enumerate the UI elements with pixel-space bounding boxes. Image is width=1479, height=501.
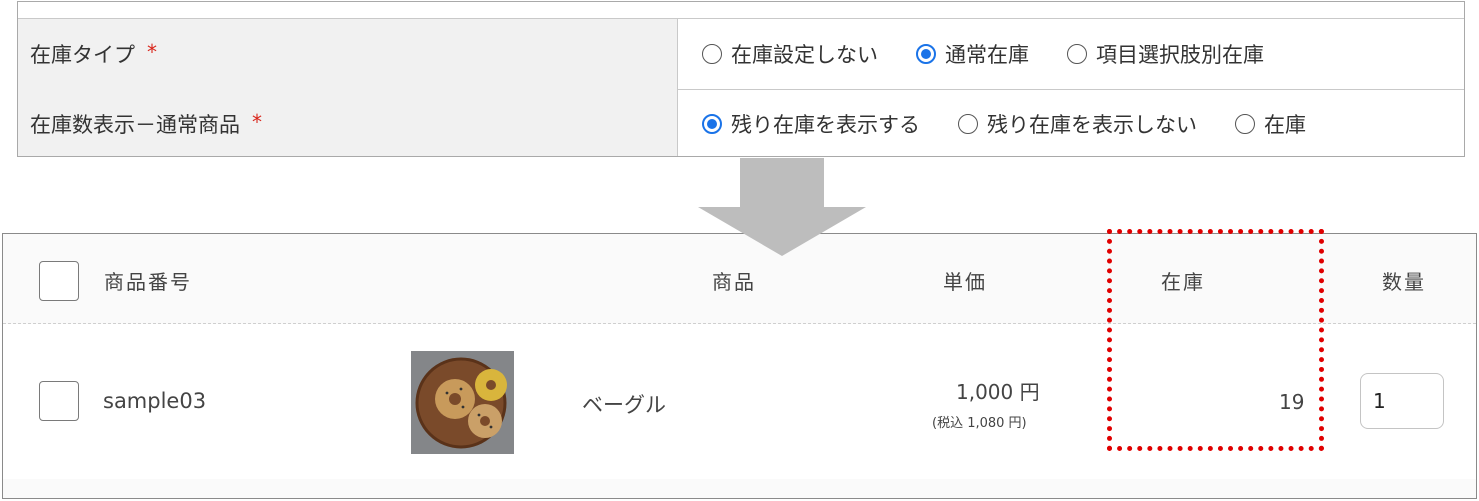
required-mark: * <box>147 40 157 64</box>
product-thumbnail-bagel[interactable] <box>411 351 514 454</box>
radio-button[interactable] <box>958 113 978 134</box>
unit-price: 1,000 円 <box>956 380 1040 404</box>
product-name[interactable]: ベーグル <box>582 389 666 419</box>
stock-display-row: 在庫数表示－通常商品 * 残り在庫を表示する 残り在庫を表示しない 在庫 <box>18 89 1464 156</box>
stock-type-option-none[interactable]: 在庫設定しない <box>702 39 878 69</box>
stock-type-row: 在庫タイプ * 在庫設定しない 通常在庫 項目選択肢別在庫 <box>18 18 1464 90</box>
stock-display-option-other[interactable]: 在庫 <box>1235 109 1306 139</box>
product-table: 商品番号 商品 単価 在庫 数量 sample03 ベーグル 1,000 円 (… <box>2 233 1477 499</box>
header-quantity: 数量 <box>1382 270 1426 294</box>
stock-display-option-show[interactable]: 残り在庫を表示する <box>702 109 920 139</box>
radio-button[interactable] <box>1067 44 1087 64</box>
radio-button[interactable] <box>1235 113 1255 134</box>
stock-display-label-cell: 在庫数表示－通常商品 * <box>18 89 678 156</box>
stock-type-option-per-choice[interactable]: 項目選択肢別在庫 <box>1067 39 1264 69</box>
option-label: 項目選択肢別在庫 <box>1096 43 1264 67</box>
option-label: 在庫設定しない <box>731 43 878 67</box>
bagel-image <box>411 351 514 454</box>
stock-display-option-hide[interactable]: 残り在庫を表示しない <box>958 109 1197 139</box>
stock-settings-panel: 在庫タイプ * 在庫設定しない 通常在庫 項目選択肢別在庫 在庫数表示－通常商品… <box>17 1 1465 157</box>
header-price: 単価 <box>943 270 987 294</box>
header-product: 商品 <box>712 270 756 294</box>
option-label: 通常在庫 <box>945 43 1029 67</box>
stock-display-label: 在庫数表示－通常商品 <box>30 112 240 137</box>
stock-count: 19 <box>1279 390 1305 414</box>
quantity-input[interactable] <box>1360 373 1444 429</box>
table-row: sample03 ベーグル 1,000 円 (税込 1,080 円) 19 1 <box>3 324 1476 479</box>
stock-display-options: 残り在庫を表示する 残り在庫を表示しない 在庫 <box>678 89 1464 156</box>
radio-button[interactable] <box>702 44 722 64</box>
stock-type-label-cell: 在庫タイプ * <box>18 19 678 89</box>
radio-button-checked[interactable] <box>916 44 936 64</box>
radio-button-checked[interactable] <box>702 113 722 134</box>
row-checkbox[interactable] <box>39 381 79 421</box>
option-label: 残り在庫を表示する <box>731 112 920 137</box>
stock-type-option-normal[interactable]: 通常在庫 <box>916 39 1029 69</box>
required-mark: * <box>252 109 262 134</box>
header-number: 商品番号 <box>104 270 192 294</box>
unit-price-with-tax: (税込 1,080 円) <box>932 416 1027 431</box>
option-label: 在庫 <box>1264 112 1306 137</box>
option-label: 残り在庫を表示しない <box>987 112 1197 137</box>
product-number: sample03 <box>103 389 207 413</box>
select-all-checkbox[interactable] <box>39 261 79 301</box>
down-arrow-icon <box>698 158 866 256</box>
stock-type-label: 在庫タイプ <box>30 43 135 67</box>
stock-type-options: 在庫設定しない 通常在庫 項目選択肢別在庫 <box>678 19 1464 89</box>
header-stock: 在庫 <box>1161 270 1205 294</box>
